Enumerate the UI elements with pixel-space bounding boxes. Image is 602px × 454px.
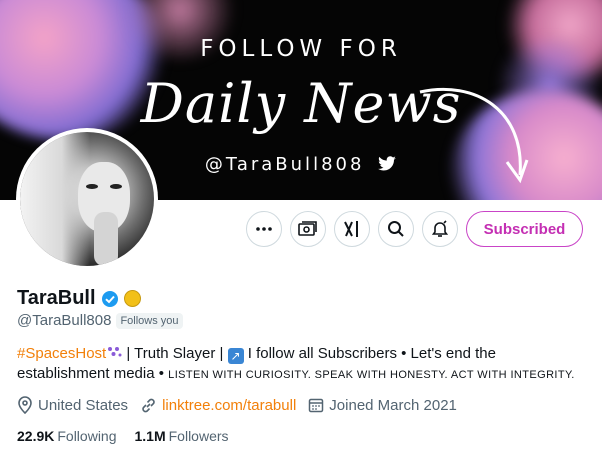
profile-meta: United States linktree.com/tarabull Join…	[17, 396, 469, 414]
notifications-button[interactable]	[422, 211, 458, 247]
bio-motto: LISTEN WITH CURIOSITY. SPEAK WITH HONEST…	[168, 369, 575, 381]
profile-link[interactable]: linktree.com/tarabull	[162, 397, 296, 414]
followers-count: 1.1M	[134, 428, 166, 444]
banner-handle-text: @TaraBull808	[204, 154, 365, 175]
follow-stats: 22.9K Following 1.1M Followers	[17, 428, 247, 444]
avatar-photo	[20, 132, 154, 266]
followers-label: Followers	[168, 428, 229, 444]
bio-text-1: | Truth Slayer |	[122, 345, 228, 362]
profile-bio: #SpacesHost | Truth Slayer | ↗ I follow …	[17, 344, 587, 385]
location-text: United States	[38, 396, 129, 414]
followers-link[interactable]: 1.1M Followers	[135, 428, 229, 444]
subscribed-button[interactable]: Subscribed	[466, 211, 583, 247]
avatar-eye	[86, 184, 98, 189]
subscription-button[interactable]	[290, 211, 326, 247]
calendar-icon	[309, 398, 324, 413]
avatar[interactable]	[16, 128, 158, 270]
following-link[interactable]: 22.9K Following	[17, 428, 117, 444]
link-icon	[142, 398, 155, 412]
avatar-eye	[110, 184, 122, 189]
more-icon	[256, 227, 272, 231]
spaces-hashtag-link[interactable]: #SpacesHost	[17, 345, 106, 362]
search-button[interactable]	[378, 211, 414, 247]
grok-button[interactable]	[334, 211, 370, 247]
cash-icon	[298, 221, 317, 236]
more-button[interactable]	[246, 211, 282, 247]
follows-you-badge: Follows you	[116, 312, 183, 329]
user-handle: @TaraBull808	[17, 312, 112, 329]
bell-icon	[431, 220, 449, 237]
joined-item: Joined March 2021	[308, 397, 457, 414]
profile-name-row: TaraBull	[17, 287, 141, 310]
banner-headline: FOLLOW FOR	[200, 36, 402, 62]
verified-badge-icon[interactable]	[101, 290, 119, 308]
grok-icon	[344, 221, 358, 237]
handle-row: @TaraBull808 Follows you	[17, 312, 183, 329]
link-item[interactable]: linktree.com/tarabull	[140, 397, 296, 414]
display-name: TaraBull	[17, 287, 96, 309]
affiliate-badge-icon[interactable]	[123, 290, 141, 307]
joined-text: Joined March 2021	[329, 396, 457, 414]
twitter-bird-icon	[378, 156, 396, 171]
sparkle-icon	[108, 347, 122, 357]
up-right-arrow-icon: ↗	[227, 348, 244, 364]
following-count: 22.9K	[17, 428, 55, 444]
avatar-hand	[94, 212, 118, 266]
location-item: United States	[17, 396, 128, 414]
following-label: Following	[57, 428, 117, 444]
location-pin-icon	[18, 396, 32, 414]
search-icon	[388, 221, 404, 237]
